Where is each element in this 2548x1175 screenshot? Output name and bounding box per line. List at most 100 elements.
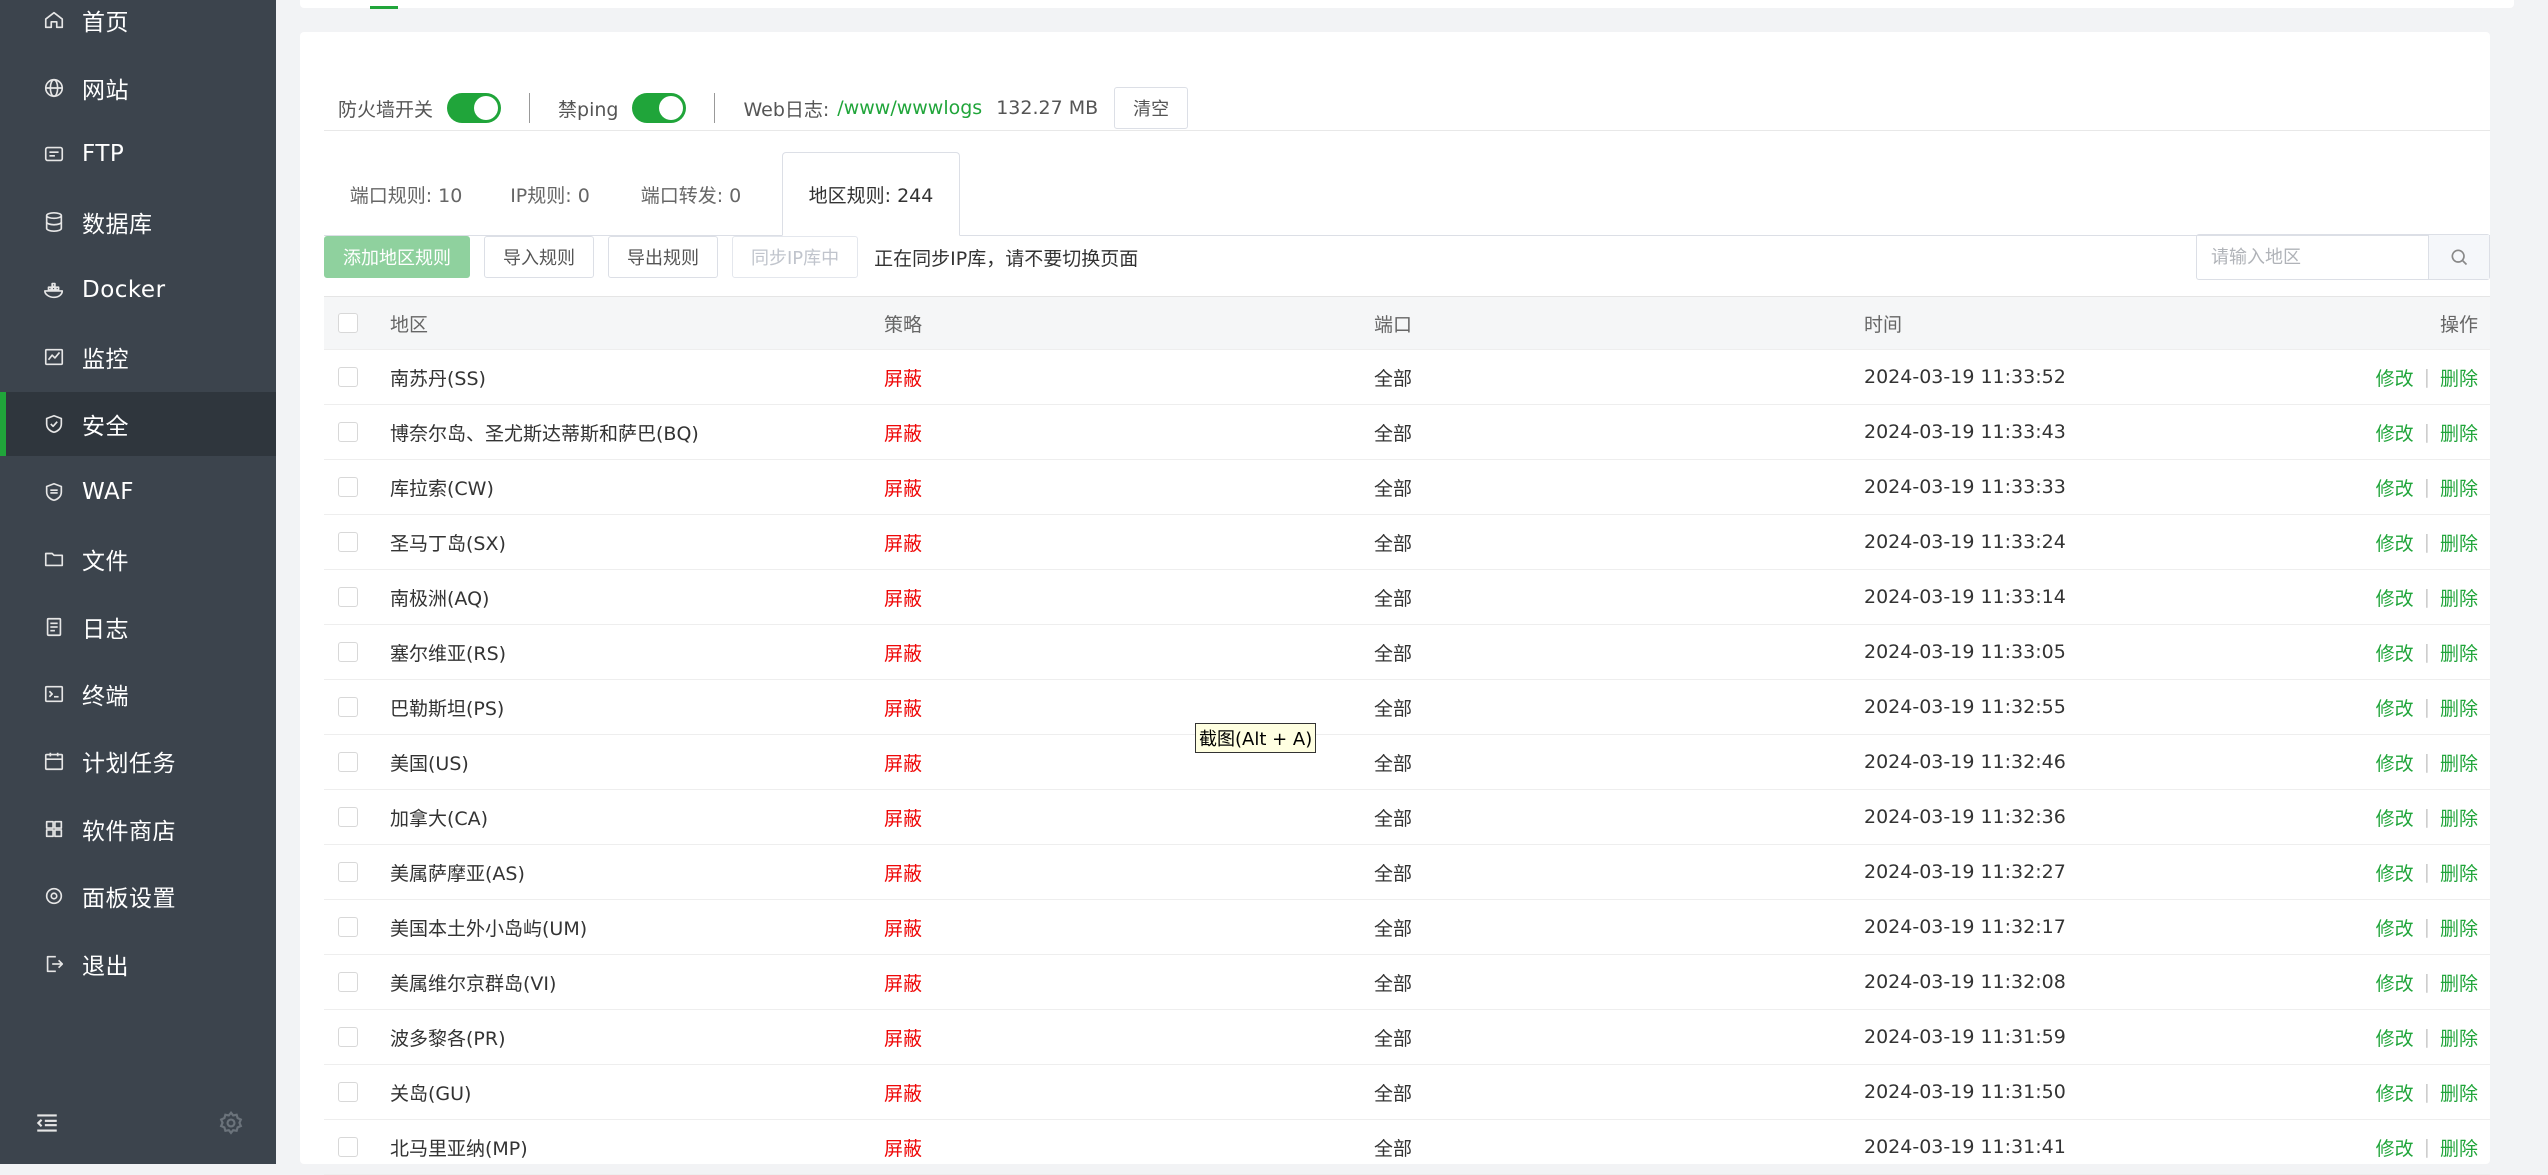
sidebar-item-8[interactable]: 文件 — [0, 527, 276, 591]
row-checkbox[interactable] — [338, 1082, 358, 1102]
sidebar-item-label: 日志 — [82, 617, 129, 643]
row-checkbox[interactable] — [338, 752, 358, 772]
row-checkbox[interactable] — [338, 477, 358, 497]
ops-divider: | — [2423, 696, 2430, 718]
sidebar-item-6[interactable]: 安全 — [0, 392, 276, 456]
row-checkbox[interactable] — [338, 367, 358, 387]
delete-link[interactable]: 删除 — [2440, 694, 2478, 721]
edit-link[interactable]: 修改 — [2376, 804, 2414, 831]
sync-ip-db-button[interactable]: 同步IP库中 — [732, 236, 859, 278]
sidebar-item-1[interactable]: 网站 — [0, 56, 276, 120]
delete-link[interactable]: 删除 — [2440, 584, 2478, 611]
screenshot-shortcut-tooltip: 截图(Alt + A) — [1195, 723, 1317, 753]
edit-link[interactable]: 修改 — [2376, 859, 2414, 886]
delete-link[interactable]: 删除 — [2440, 804, 2478, 831]
edit-link[interactable]: 修改 — [2376, 584, 2414, 611]
row-checkbox[interactable] — [338, 862, 358, 882]
row-checkbox[interactable] — [338, 917, 358, 937]
weblog-size: 132.27 MB — [996, 97, 1099, 119]
delete-link[interactable]: 删除 — [2440, 1134, 2478, 1161]
row-checkbox[interactable] — [338, 807, 358, 827]
divider — [714, 93, 716, 123]
edit-link[interactable]: 修改 — [2376, 969, 2414, 996]
sidebar-item-0[interactable]: 首页 — [0, 0, 276, 52]
sidebar-item-2[interactable]: FTP — [0, 122, 276, 186]
row-checkbox[interactable] — [338, 642, 358, 662]
ops-cell: 修改 | 删除 — [2376, 405, 2478, 459]
sidebar-item-label: FTP — [82, 141, 125, 167]
port-cell: 全部 — [1374, 642, 1413, 665]
sidebar-item-13[interactable]: 面板设置 — [0, 864, 276, 928]
row-checkbox[interactable] — [338, 1137, 358, 1157]
edit-link[interactable]: 修改 — [2376, 639, 2414, 666]
row-checkbox[interactable] — [338, 532, 358, 552]
region-search-input[interactable] — [2197, 235, 2428, 279]
sidebar-item-11[interactable]: 计划任务 — [0, 729, 276, 793]
policy-cell: 屏蔽 — [884, 532, 923, 555]
rule-tabs: 端口规则: 10 IP规则: 0 端口转发: 0 地区规则: 244 — [324, 152, 2490, 236]
delete-link[interactable]: 删除 — [2440, 969, 2478, 996]
delete-link[interactable]: 删除 — [2440, 1079, 2478, 1106]
divider — [324, 130, 2490, 131]
ops-divider: | — [2423, 806, 2430, 828]
delete-link[interactable]: 删除 — [2440, 914, 2478, 941]
edit-link[interactable]: 修改 — [2376, 364, 2414, 391]
row-checkbox[interactable] — [338, 1027, 358, 1047]
weblog-path-link[interactable]: /www/wwwlogs — [837, 97, 982, 119]
delete-link[interactable]: 删除 — [2440, 749, 2478, 776]
export-rules-button[interactable]: 导出规则 — [608, 236, 718, 278]
port-cell: 全部 — [1374, 367, 1413, 390]
column-header-time[interactable]: 时间 — [1864, 297, 1902, 349]
edit-link[interactable]: 修改 — [2376, 694, 2414, 721]
edit-link[interactable]: 修改 — [2376, 419, 2414, 446]
edit-link[interactable]: 修改 — [2376, 529, 2414, 556]
search-button[interactable] — [2428, 235, 2489, 279]
delete-link[interactable]: 删除 — [2440, 639, 2478, 666]
column-header-policy[interactable]: 策略 — [884, 297, 922, 349]
add-region-rule-button[interactable]: 添加地区规则 — [324, 236, 470, 278]
row-checkbox[interactable] — [338, 697, 358, 717]
tab-ip-rules[interactable]: IP规则: 0 — [488, 152, 612, 236]
column-header-region[interactable]: 地区 — [390, 297, 428, 349]
edit-link[interactable]: 修改 — [2376, 474, 2414, 501]
settings-icon[interactable] — [218, 1110, 244, 1136]
import-rules-button[interactable]: 导入规则 — [484, 236, 594, 278]
tab-region-rules[interactable]: 地区规则: 244 — [782, 152, 960, 236]
region-cell: 关岛(GU) — [390, 1082, 472, 1105]
sidebar-item-4[interactable]: Docker — [0, 258, 276, 322]
row-checkbox[interactable] — [338, 972, 358, 992]
edit-link[interactable]: 修改 — [2376, 1079, 2414, 1106]
sidebar-item-10[interactable]: 终端 — [0, 662, 276, 726]
select-all-checkbox[interactable] — [338, 313, 358, 333]
sidebar-item-7[interactable]: WAF — [0, 460, 276, 524]
table-body: 南苏丹(SS) 屏蔽 全部 2024-03-19 11:33:52 修改 | 删除 博奈尔岛、… — [324, 350, 2490, 1175]
delete-link[interactable]: 删除 — [2440, 364, 2478, 391]
delete-link[interactable]: 删除 — [2440, 1024, 2478, 1051]
sidebar-item-14[interactable]: 退出 — [0, 932, 276, 996]
tab-port-rules[interactable]: 端口规则: 10 — [324, 152, 488, 236]
time-cell: 2024-03-19 11:31:41 — [1864, 1136, 2066, 1158]
ops-divider: | — [2423, 476, 2430, 498]
tab-port-forward[interactable]: 端口转发: 0 — [612, 152, 770, 236]
delete-link[interactable]: 删除 — [2440, 529, 2478, 556]
sidebar-item-9[interactable]: 日志 — [0, 595, 276, 659]
delete-link[interactable]: 删除 — [2440, 859, 2478, 886]
sidebar-item-5[interactable]: 监控 — [0, 325, 276, 389]
column-header-port[interactable]: 端口 — [1374, 297, 1412, 349]
row-checkbox[interactable] — [338, 587, 358, 607]
clear-log-button[interactable]: 清空 — [1114, 87, 1189, 129]
edit-link[interactable]: 修改 — [2376, 1134, 2414, 1161]
delete-link[interactable]: 删除 — [2440, 419, 2478, 446]
ping-toggle[interactable] — [632, 93, 687, 123]
time-cell: 2024-03-19 11:32:36 — [1864, 806, 2066, 828]
edit-link[interactable]: 修改 — [2376, 749, 2414, 776]
row-checkbox[interactable] — [338, 422, 358, 442]
firewall-toggle[interactable] — [447, 93, 502, 123]
edit-link[interactable]: 修改 — [2376, 914, 2414, 941]
edit-link[interactable]: 修改 — [2376, 1024, 2414, 1051]
sidebar-item-12[interactable]: 软件商店 — [0, 797, 276, 861]
menu-collapse-icon[interactable] — [34, 1110, 60, 1136]
delete-link[interactable]: 删除 — [2440, 474, 2478, 501]
sidebar-item-3[interactable]: 数据库 — [0, 190, 276, 254]
ops-divider: | — [2423, 641, 2430, 663]
